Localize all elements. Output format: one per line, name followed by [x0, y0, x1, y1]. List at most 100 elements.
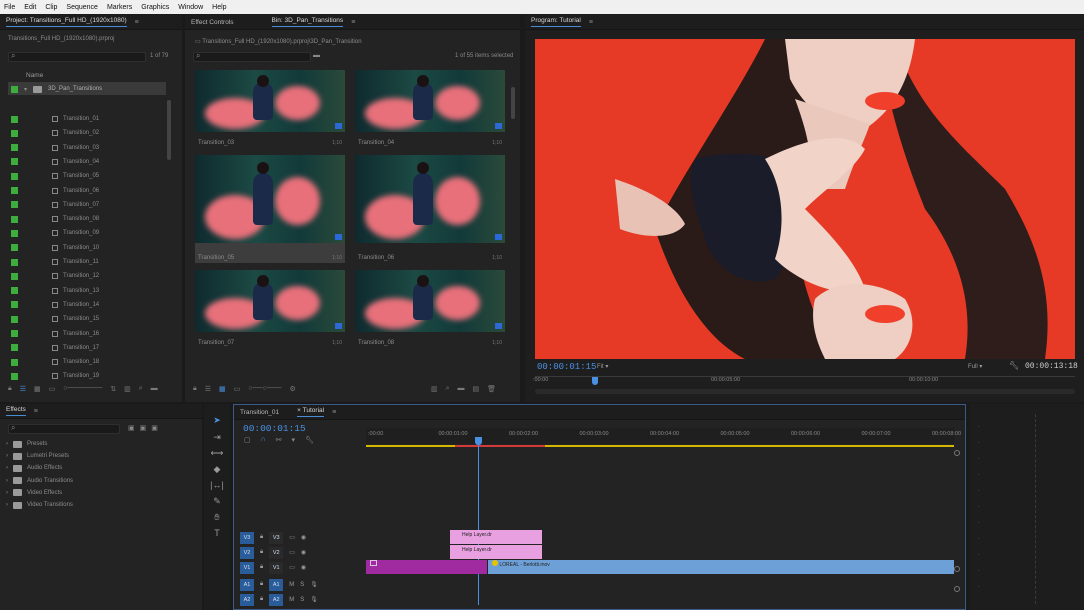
project-item-row[interactable]: Transition_06: [11, 184, 99, 198]
tab-bin[interactable]: Bin: 3D_Pan_Transitions: [271, 17, 344, 27]
effects-tab[interactable]: Effects: [6, 406, 26, 416]
pen-tool-icon[interactable]: ✎: [210, 496, 224, 507]
new-bin-icon[interactable]: ▬: [458, 385, 465, 393]
scroll-handle-low[interactable]: [954, 586, 960, 592]
timeline-playhead-handle[interactable]: [475, 437, 482, 445]
mute-button[interactable]: M: [289, 597, 294, 603]
new-bin-icon[interactable]: ▬: [151, 385, 158, 393]
menu-help[interactable]: Help: [212, 4, 226, 11]
track-select-tool-icon[interactable]: ⇥: [210, 432, 224, 443]
icon-view-icon[interactable]: ▦: [34, 385, 41, 393]
zoom-slider[interactable]: ○──○───: [248, 385, 281, 393]
tab-effect-controls[interactable]: Effect Controls: [191, 19, 234, 26]
clip-v1-magenta[interactable]: [366, 560, 487, 574]
clip-v1-video[interactable]: LOREAL - Berlotti.mov: [488, 560, 954, 574]
32bit-effects-icon[interactable]: ▣: [140, 424, 147, 432]
menu-edit[interactable]: Edit: [24, 4, 36, 11]
track-target[interactable]: V2: [269, 546, 284, 559]
tab-sequence-transition01[interactable]: Transition_01: [240, 409, 279, 416]
program-timecode[interactable]: 00:00:01:15: [537, 362, 596, 372]
track-target[interactable]: V3: [269, 531, 284, 544]
clip-v2-adjustment[interactable]: Help Layer.dr: [450, 545, 542, 559]
find-icon[interactable]: ⌕: [139, 385, 143, 393]
scroll-handle-top[interactable]: [954, 450, 960, 456]
panel-menu-icon[interactable]: ≡: [589, 19, 593, 26]
track-lock-icon[interactable]: 🔒︎: [260, 534, 263, 541]
project-item-row[interactable]: Transition_17: [11, 341, 99, 355]
project-item-row[interactable]: Transition_14: [11, 298, 99, 312]
solo-button[interactable]: S: [300, 582, 304, 588]
ripple-edit-tool-icon[interactable]: ⟷: [210, 448, 224, 459]
project-item-row[interactable]: Transition_07: [11, 198, 99, 212]
track-lock-icon[interactable]: 🔒︎: [260, 549, 263, 556]
menu-graphics[interactable]: Graphics: [141, 4, 169, 11]
project-item-row[interactable]: Transition_18: [11, 355, 99, 369]
menu-window[interactable]: Window: [178, 4, 203, 11]
project-item-row[interactable]: Transition_15: [11, 312, 99, 326]
timeline-timecode[interactable]: 00:00:01:15: [243, 423, 306, 434]
project-scrollbar[interactable]: [167, 100, 171, 160]
tab-sequence-tutorial[interactable]: × Tutorial: [297, 407, 325, 417]
disclosure-triangle-icon[interactable]: ›: [6, 478, 8, 484]
source-patch[interactable]: A2: [240, 593, 254, 606]
freeform-view-icon[interactable]: ▭: [234, 385, 241, 393]
menu-file[interactable]: File: [4, 4, 15, 11]
disclosure-triangle-icon[interactable]: ›: [6, 453, 8, 459]
video-frame[interactable]: [535, 39, 1075, 359]
wrench-icon[interactable]: 🔧︎: [1009, 361, 1019, 370]
resolution-select[interactable]: Full ▾: [968, 363, 982, 370]
type-tool-icon[interactable]: T: [210, 528, 224, 538]
disclosure-triangle-icon[interactable]: ›: [6, 490, 8, 496]
new-item-icon[interactable]: ▤: [473, 385, 480, 393]
bin-search-input[interactable]: [193, 52, 311, 62]
source-patch[interactable]: V1: [240, 561, 254, 574]
project-item-row[interactable]: Transition_08: [11, 212, 99, 226]
menu-markers[interactable]: Markers: [107, 4, 132, 11]
razor-tool-icon[interactable]: ◆: [210, 464, 224, 475]
track-target[interactable]: A2: [269, 593, 284, 606]
list-view-icon[interactable]: ☰: [20, 385, 26, 393]
lock-icon[interactable]: 🔒︎: [8, 385, 12, 393]
project-item-row[interactable]: Transition_19: [11, 369, 99, 383]
nest-icon[interactable]: ▢: [244, 436, 251, 444]
program-playhead[interactable]: [592, 377, 598, 385]
bin-up-icon[interactable]: ▭: [195, 39, 201, 45]
name-column-header[interactable]: Name: [26, 72, 43, 79]
project-item-row[interactable]: Transition_03: [11, 141, 99, 155]
project-item-row[interactable]: Transition_02: [11, 126, 99, 140]
list-view-icon[interactable]: ☰: [205, 385, 211, 393]
track-target[interactable]: A1: [269, 578, 284, 591]
project-tab[interactable]: Project: Transitions_Full HD_(1920x1080): [6, 17, 127, 27]
mute-button[interactable]: M: [289, 582, 294, 588]
accelerated-effects-icon[interactable]: ▣: [128, 424, 135, 432]
yuv-effects-icon[interactable]: ▣: [151, 424, 158, 432]
voice-over-icon[interactable]: 🎙︎: [310, 581, 318, 588]
solo-button[interactable]: S: [300, 597, 304, 603]
voice-over-icon[interactable]: 🎙︎: [310, 596, 318, 603]
project-item-row[interactable]: Transition_05: [11, 169, 99, 183]
find-icon[interactable]: ⌕: [446, 385, 450, 393]
filter-bin-icon[interactable]: ▬: [313, 52, 320, 59]
zoom-slider[interactable]: ○───────: [63, 385, 102, 393]
hand-tool-icon[interactable]: ✋︎: [210, 512, 224, 523]
project-item-row[interactable]: Transition_10: [11, 241, 99, 255]
eye-icon[interactable]: ◉: [301, 564, 306, 571]
menu-sequence[interactable]: Sequence: [66, 4, 98, 11]
eye-icon[interactable]: ◉: [301, 549, 306, 556]
track-lock-icon[interactable]: 🔒︎: [260, 596, 263, 603]
sync-lock-icon[interactable]: ▭: [289, 549, 295, 556]
menu-clip[interactable]: Clip: [45, 4, 57, 11]
project-item-row[interactable]: Transition_04: [11, 155, 99, 169]
project-item-row[interactable]: Transition_13: [11, 284, 99, 298]
project-item-row[interactable]: Transition_16: [11, 327, 99, 341]
settings-icon[interactable]: ⚙: [290, 385, 296, 393]
add-marker-icon[interactable]: ▾: [292, 436, 296, 444]
icon-view-icon[interactable]: ▦: [219, 385, 226, 393]
project-item-row[interactable]: Transition_01: [11, 112, 99, 126]
linked-selection-icon[interactable]: ⚯: [276, 436, 282, 444]
panel-menu-icon[interactable]: ≡: [332, 409, 336, 416]
disclosure-triangle-icon[interactable]: ›: [6, 441, 8, 447]
track-target[interactable]: V1: [269, 561, 284, 574]
project-search-input[interactable]: [8, 52, 146, 62]
bin-scrollbar[interactable]: [511, 87, 515, 119]
